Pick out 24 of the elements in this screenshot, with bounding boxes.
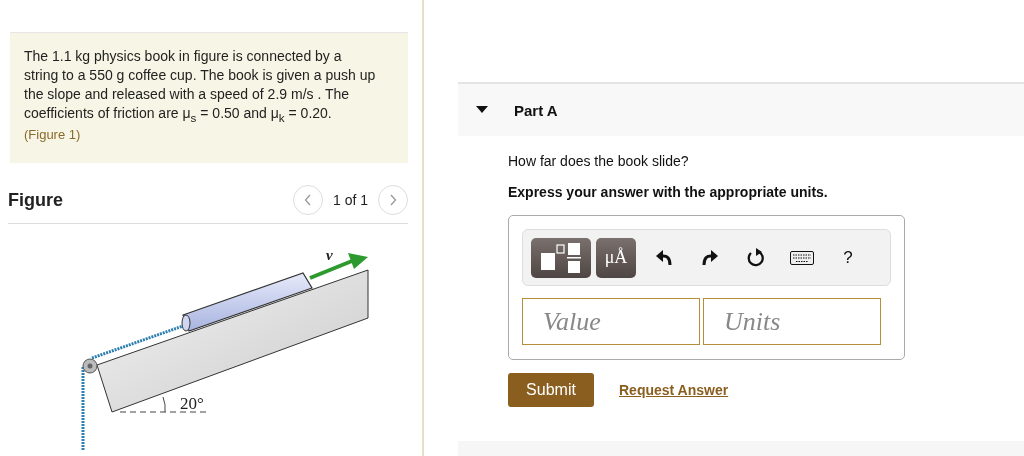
reset-icon: [746, 247, 766, 268]
part-header[interactable]: Part A: [458, 82, 1024, 136]
figure-link[interactable]: (Figure 1): [24, 126, 394, 143]
redo-icon: [701, 249, 719, 266]
chevron-right-icon: [389, 194, 397, 206]
units-field[interactable]: Units: [703, 298, 881, 345]
question-text: How far does the book slide?: [508, 153, 690, 169]
instruction-text: Express your answer with the appropriate units.: [508, 184, 829, 200]
figure-title: Figure: [8, 189, 63, 211]
units-button[interactable]: μÅ: [596, 237, 636, 278]
angle-label: 20°: [180, 394, 204, 413]
part-title: Part A: [514, 101, 558, 119]
template-icon: [539, 240, 583, 275]
page-counter: 1 of 1: [332, 192, 368, 208]
problem-text: The 1.1 kg physics book in figure is connected by a string to a 550 g coffee cup. The book is given a push up the slope and released with a speed of 2.9 m/s . The coefficients of friction are μ$_{s}$ = 0.50 and μ$_{k}$ = 0.20.: [24, 47, 376, 126]
help-button[interactable]: ?: [825, 237, 871, 278]
request-answer-link[interactable]: Request Answer: [619, 382, 729, 398]
velocity-label: v⃗: [326, 247, 345, 263]
value-field[interactable]: Value: [522, 298, 700, 345]
template-button[interactable]: [531, 237, 591, 278]
chevron-left-icon: [303, 194, 312, 206]
undo-icon: [655, 249, 673, 266]
keyboard-icon: [790, 250, 814, 265]
submit-button[interactable]: Submit: [508, 373, 594, 407]
